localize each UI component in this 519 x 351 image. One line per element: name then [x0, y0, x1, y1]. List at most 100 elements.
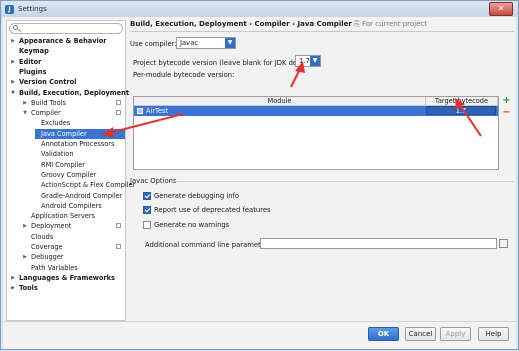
sidebar-item-application-servers[interactable]: Application Servers: [7, 211, 125, 221]
module-bytecode-table: Module Target bytecode version AirTest 1…: [133, 96, 499, 170]
sidebar-item-compiler[interactable]: ▼ Compiler: [7, 108, 125, 118]
project-scope-note: ⎘ For current project: [354, 20, 428, 28]
sidebar-item-debugger[interactable]: ▶ Debugger: [7, 252, 125, 262]
column-header-target-version[interactable]: Target bytecode version: [426, 97, 498, 114]
sidebar-item-build-execution-deployment[interactable]: ▼ Build, Execution, Deployment: [7, 88, 129, 98]
project-settings-icon: [116, 244, 121, 249]
sidebar-item-editor[interactable]: ▶ Editor: [7, 57, 125, 67]
add-module-button[interactable]: +: [502, 96, 511, 106]
debug-info-label: Generate debugging info: [154, 192, 240, 200]
no-warnings-checkbox[interactable]: [143, 221, 151, 229]
apply-button[interactable]: Apply: [440, 327, 471, 341]
ok-button[interactable]: OK: [368, 327, 399, 341]
sidebar-item-label: Languages & Frameworks: [19, 273, 115, 282]
title-bar: J Settings ✕: [1, 1, 518, 17]
chevron-right-icon[interactable]: ▶: [21, 252, 29, 262]
compiler-value: Javac: [180, 39, 199, 47]
column-header-module[interactable]: Module: [134, 97, 426, 106]
cancel-button[interactable]: Cancel: [405, 327, 436, 341]
window-title: Settings: [18, 5, 47, 13]
chevron-down-icon: ▼: [225, 38, 235, 48]
sidebar-item-excludes[interactable]: Excludes: [7, 118, 125, 128]
sidebar-item-path-variables[interactable]: Path Variables: [7, 263, 125, 273]
sidebar-item-languages-frameworks[interactable]: ▶ Languages & Frameworks: [7, 273, 125, 283]
chevron-right-icon[interactable]: ▶: [21, 221, 29, 231]
sidebar-item-label: RMI Compiler: [41, 160, 85, 169]
sidebar-item-label: Build Tools: [31, 98, 66, 107]
sidebar-item-label: Groovy Compiler: [41, 170, 97, 179]
sidebar-item-appearance-behavior[interactable]: ▶ Appearance & Behavior: [7, 36, 125, 46]
sidebar-item-coverage[interactable]: Coverage: [7, 242, 125, 252]
per-module-label: Per-module bytecode version:: [133, 71, 235, 79]
module-icon: [137, 108, 143, 114]
search-icon: [13, 25, 18, 30]
help-button[interactable]: Help: [478, 327, 509, 341]
no-warnings-label: Generate no warnings: [154, 221, 230, 229]
search-input[interactable]: [9, 23, 123, 34]
sidebar-item-actionscript-flex-compiler[interactable]: ActionScript & Flex Compiler: [7, 180, 135, 190]
footer-divider: [3, 321, 516, 322]
chevron-right-icon[interactable]: ▶: [9, 77, 17, 87]
sidebar-item-android-compilers[interactable]: Android Compilers: [7, 201, 125, 211]
project-settings-icon: [116, 223, 121, 229]
sidebar-item-label: Compiler: [31, 109, 61, 118]
sidebar-item-version-control[interactable]: ▶ Version Control: [7, 77, 125, 87]
java-compiler-panel: Build, Execution, Deployment › Compiler …: [130, 17, 514, 327]
header-divider: [130, 31, 514, 32]
sidebar-item-label: Plugins: [19, 67, 47, 76]
remove-module-button[interactable]: −: [502, 108, 511, 118]
deprecated-label: Report use of deprecated features: [154, 206, 271, 214]
sidebar-item-label: Coverage: [31, 243, 63, 251]
settings-window: J Settings ✕ ▶ Appearance & Behavior Keyma…: [0, 0, 519, 350]
chevron-right-icon[interactable]: ▶: [9, 36, 17, 46]
sidebar-item-tools[interactable]: ▶ Tools: [7, 283, 125, 293]
use-compiler-label: Use compiler:: [130, 40, 177, 48]
bytecode-version-value: 1.7: [299, 57, 310, 65]
sidebar-item-validation[interactable]: Validation: [7, 149, 125, 159]
chevron-right-icon[interactable]: ▶: [9, 283, 17, 293]
sidebar-item-label: Editor: [19, 57, 42, 66]
debug-info-checkbox[interactable]: [143, 192, 151, 200]
expand-icon[interactable]: [499, 239, 508, 248]
chevron-down-icon[interactable]: ▼: [9, 88, 17, 98]
sidebar-item-label: Path Variables: [31, 263, 78, 272]
bytecode-version-label: Project bytecode version (leave blank fo…: [133, 59, 318, 67]
sidebar-item-build-tools[interactable]: ▶ Build Tools: [7, 98, 125, 108]
group-divider: [170, 181, 514, 182]
sidebar-item-annotation-processors[interactable]: Annotation Processors: [7, 139, 125, 149]
compiler-select[interactable]: Javac ▼: [176, 37, 236, 49]
close-button[interactable]: ✕: [489, 2, 513, 16]
deprecated-checkbox[interactable]: [143, 206, 151, 214]
table-row[interactable]: AirTest 1.7: [134, 106, 498, 116]
sidebar-item-label: Android Compilers: [41, 201, 102, 210]
sidebar-item-label: Keymap: [19, 47, 49, 56]
sidebar-item-label: Clouds: [31, 232, 54, 241]
target-version-cell[interactable]: 1.7: [426, 106, 496, 115]
sidebar-item-label: Java Compiler: [41, 129, 87, 138]
sidebar-item-gradle-android-compiler[interactable]: Gradle-Android Compiler: [7, 191, 125, 201]
sidebar-item-label: ActionScript & Flex Compiler: [41, 181, 136, 190]
sidebar-item-rmi-compiler[interactable]: RMI Compiler: [7, 160, 125, 170]
chevron-down-icon[interactable]: ▼: [21, 108, 29, 118]
sidebar-item-label: Build, Execution, Deployment: [19, 88, 129, 97]
chevron-right-icon[interactable]: ▶: [9, 273, 17, 283]
sidebar-item-clouds[interactable]: Clouds: [7, 232, 125, 242]
sidebar-item-label: Gradle-Android Compiler: [41, 191, 123, 200]
sidebar-item-label: Appearance & Behavior: [19, 37, 107, 45]
sidebar-item-deployment[interactable]: ▶ Deployment: [7, 221, 125, 231]
breadcrumb-path: Build, Execution, Deployment › Compiler …: [130, 20, 352, 28]
params-input[interactable]: [260, 238, 497, 249]
sidebar-item-label: Annotation Processors: [41, 140, 115, 148]
params-label: Additional command line parameters:: [145, 241, 274, 249]
sidebar-item-groovy-compiler[interactable]: Groovy Compiler: [7, 170, 125, 180]
sidebar-item-java-compiler[interactable]: Java Compiler: [35, 128, 125, 139]
sidebar-item-label: Deployment: [31, 222, 72, 231]
settings-sidebar: ▶ Appearance & Behavior Keymap ▶ Editor Plugi…: [6, 20, 135, 321]
chevron-right-icon[interactable]: ▶: [9, 57, 17, 67]
sidebar-item-label: Validation: [41, 150, 74, 159]
breadcrumb: Build, Execution, Deployment › Compiler …: [130, 20, 427, 29]
chevron-right-icon[interactable]: ▶: [21, 98, 29, 108]
bytecode-version-select[interactable]: 1.7 ▼: [295, 55, 321, 67]
sidebar-item-keymap[interactable]: Keymap: [7, 46, 125, 56]
sidebar-item-plugins[interactable]: Plugins: [7, 67, 125, 77]
